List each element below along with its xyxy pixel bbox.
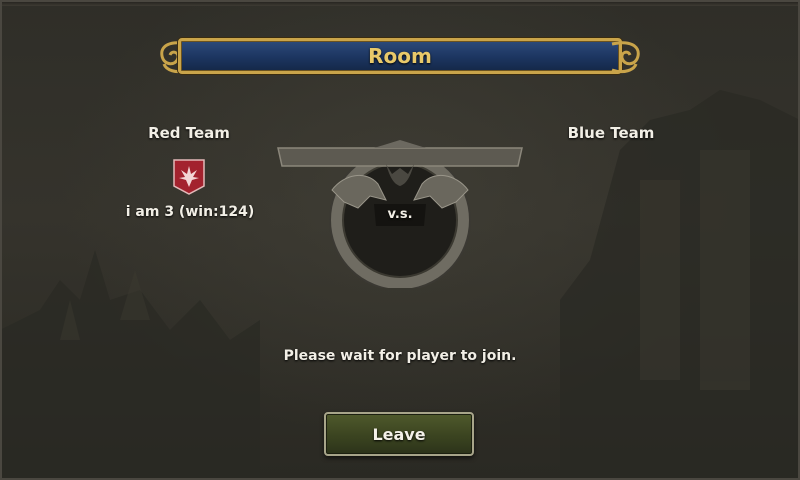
red-shield-icon (173, 159, 205, 195)
title-banner: Room (156, 36, 644, 78)
status-message: Please wait for player to join. (283, 348, 517, 364)
red-team-label: Red Team (148, 124, 230, 142)
page-title: Room (368, 44, 432, 68)
room-screen: Room Red Team Blue Team i am 3 (win:124)… (0, 0, 800, 480)
leave-button[interactable]: Leave (324, 412, 474, 456)
blue-team-label: Blue Team (567, 124, 655, 142)
versus-label: v.s. (387, 207, 413, 222)
red-team-player-name: i am 3 (win:124) (125, 204, 255, 220)
